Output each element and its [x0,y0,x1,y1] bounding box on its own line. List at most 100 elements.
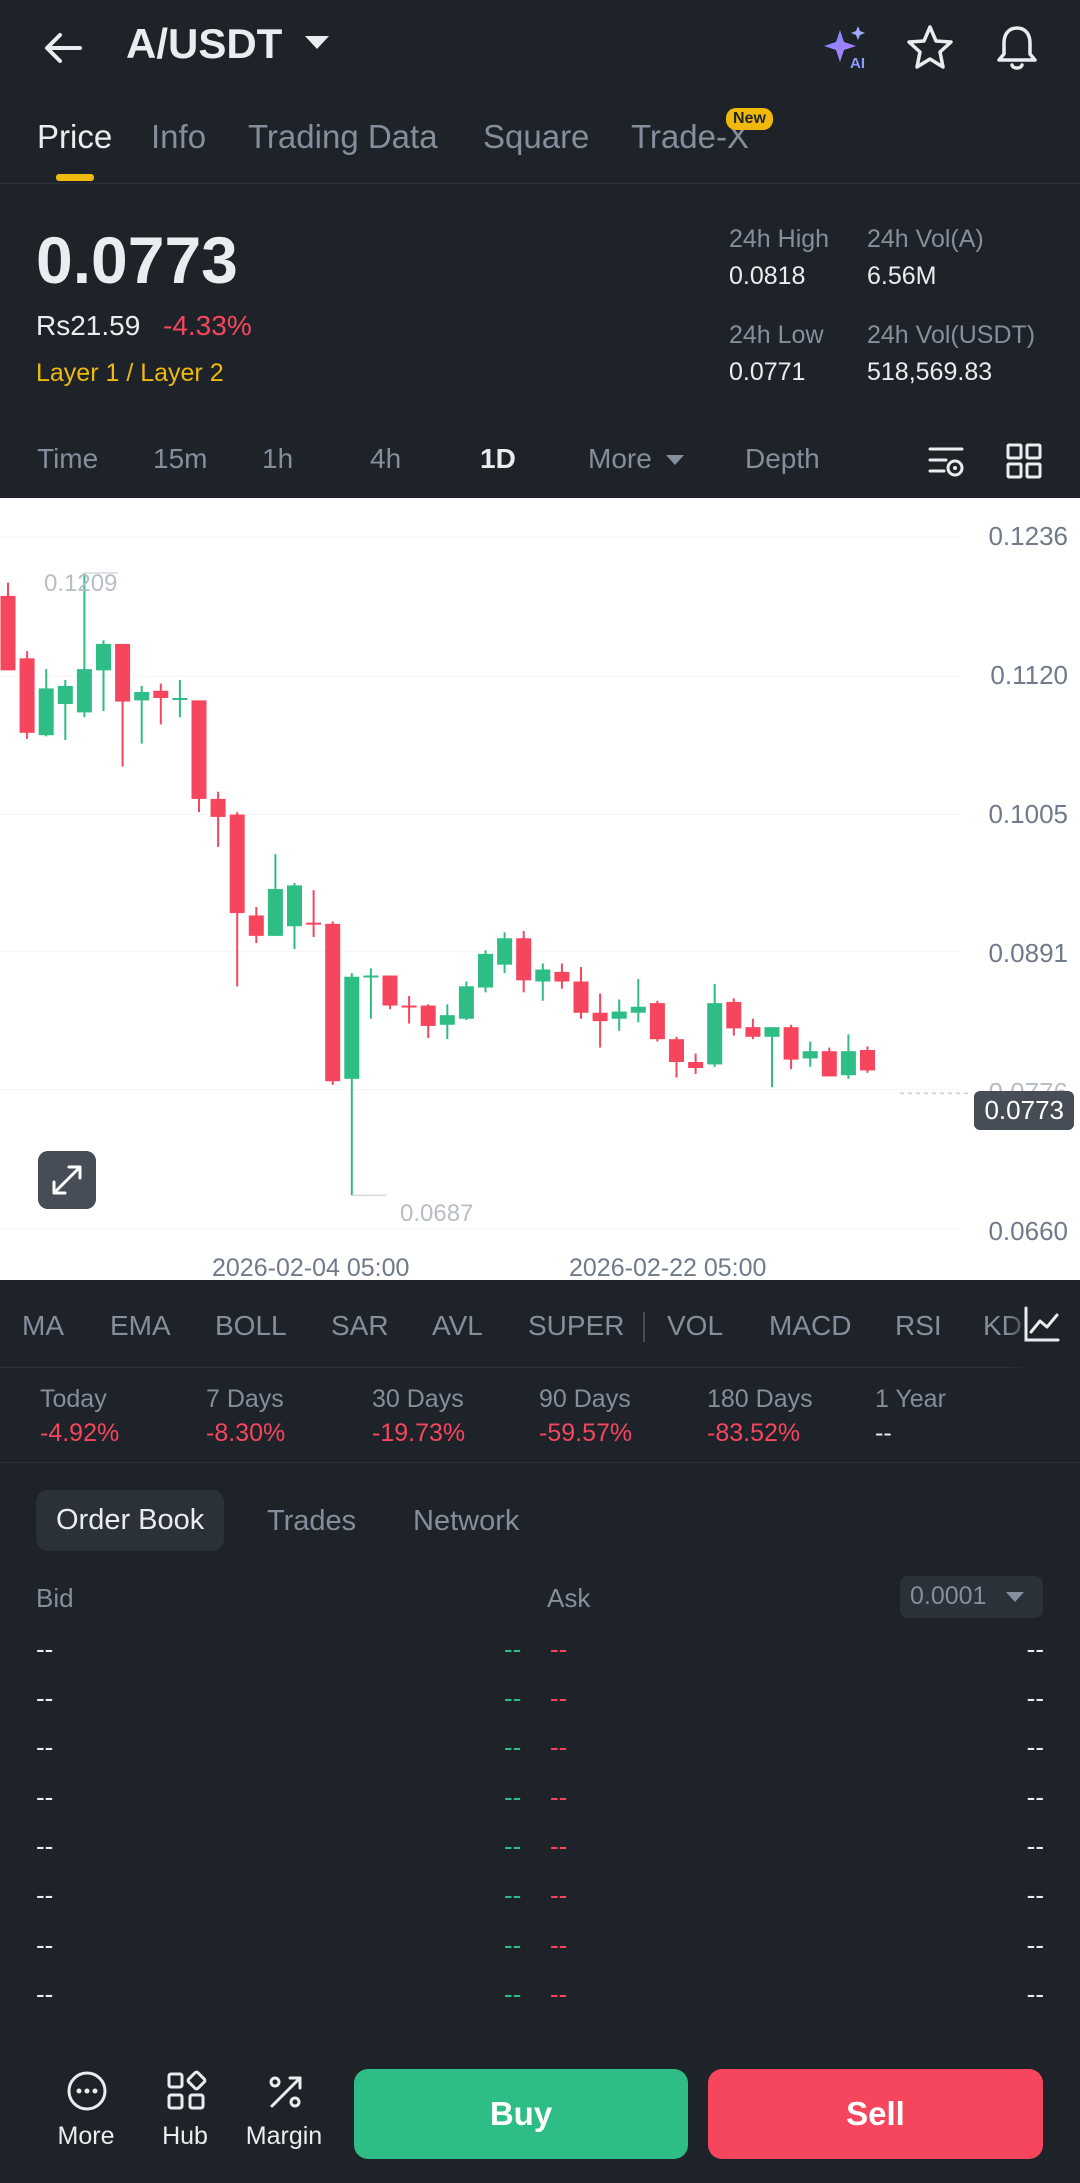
arrow-left-icon[interactable] [38,22,90,74]
candlestick-chart[interactable] [0,498,1080,1280]
candle-down [19,658,35,733]
last-price: 0.0773 [36,223,238,297]
stat-low-value: 0.0771 [729,358,806,386]
margin-button[interactable]: Margin [239,2070,329,2160]
chart-settings-icon[interactable] [926,441,966,481]
ask-price: -- [1026,1634,1044,1664]
x-tick-label: 2026-02-22 05:00 [569,1254,767,1282]
stat-vol-quote-label: 24h Vol(USDT) [867,321,1036,349]
expand-chart-icon[interactable] [38,1151,96,1209]
candle-up [630,1006,646,1013]
tab-order-book[interactable]: Order Book [36,1490,225,1551]
period-value: -19.73% [372,1419,466,1447]
stat-low-label: 24h Low [729,321,824,349]
period-label: 30 Days [372,1385,464,1413]
indicator-vol[interactable]: VOL [667,1310,723,1342]
bid-size: -- [504,1634,522,1664]
tick-size-select[interactable]: 0.0001 [900,1576,1043,1618]
fiat-price: Rs21.59 [36,310,141,341]
period-label: 7 Days [206,1385,284,1413]
header-bar: A/USDT AI [0,0,1080,100]
candle-down [115,643,131,702]
bid-price: -- [36,1880,54,1910]
candle-up [535,969,551,982]
stat-vol-base-label: 24h Vol(A) [867,225,984,253]
top-tabs: Price Info Trading Data Square Trade-X [0,100,1080,184]
candle-down [669,1039,684,1063]
orderbook-row: -- -- -- -- [0,1782,1080,1822]
candle-down [306,922,322,925]
indicator-ma[interactable]: MA [22,1310,64,1342]
candle-down [592,1012,608,1022]
tab-network[interactable]: Network [413,1505,519,1538]
candle-down [860,1049,875,1071]
candle-up [439,1015,455,1025]
active-tab-indicator [56,174,94,181]
bell-icon[interactable] [991,22,1043,74]
interval-4h[interactable]: 4h [370,443,401,475]
ask-price: -- [1026,1683,1044,1713]
price-chart[interactable] [0,498,1080,1280]
indicator-sar[interactable]: SAR [331,1310,389,1342]
indicator-boll[interactable]: BOLL [215,1310,287,1342]
stat-high-value: 0.0818 [729,262,806,290]
candle-down [325,923,341,1082]
pair-title[interactable]: A/USDT [126,20,282,68]
indicator-ema[interactable]: EMA [110,1310,171,1342]
tab-trades[interactable]: Trades [267,1505,356,1538]
more-dropdown-icon[interactable] [666,455,684,465]
indicator-super[interactable]: SUPER [528,1310,624,1342]
candle-down [210,798,226,817]
tab-price[interactable]: Price [37,118,112,156]
interval-depth[interactable]: Depth [745,443,820,475]
bid-price: -- [36,1831,54,1861]
y-tick-label: 0.0891 [988,938,1068,968]
margin-label: Margin [245,2122,323,2150]
more-button[interactable]: More [41,2070,131,2160]
candle-up [96,643,111,671]
stat-high-label: 24h High [729,225,830,253]
period-label: 90 Days [539,1385,631,1413]
sell-button[interactable]: Sell [708,2069,1043,2159]
period-value: -59.57% [539,1419,633,1447]
candle-down [0,595,16,671]
bid-size: -- [504,1930,522,1960]
pair-dropdown-icon[interactable] [305,36,329,49]
tab-info[interactable]: Info [151,118,206,156]
period-label: 1 Year [875,1385,946,1413]
orderbook-row: -- -- -- -- [0,1979,1080,2019]
interval-1h[interactable]: 1h [262,443,293,475]
star-icon[interactable] [904,22,956,74]
indicator-macd[interactable]: MACD [769,1310,851,1342]
hub-button[interactable]: Hub [140,2070,230,2160]
orderbook-row: -- -- -- -- [0,1732,1080,1772]
orderbook-row: -- -- -- -- [0,1683,1080,1723]
candle-down [688,1062,704,1069]
interval-more[interactable]: More [588,443,652,475]
period-value: -83.52% [707,1419,801,1447]
tab-trading-data[interactable]: Trading Data [248,118,438,156]
grid-layout-icon[interactable] [1004,441,1044,481]
category-tag[interactable]: Layer 1 / Layer 2 [36,359,224,388]
ai-badge-text: AI [850,55,865,72]
indicator-avl[interactable]: AVL [432,1310,483,1342]
sparkle-ai-icon[interactable]: AI [820,22,872,74]
indicator-settings-icon[interactable] [1022,1304,1062,1344]
ask-size: -- [550,1831,568,1861]
period-value: -8.30% [206,1419,286,1447]
stat-vol-quote-value: 518,569.83 [867,358,993,386]
indicator-rsi[interactable]: RSI [895,1310,942,1342]
tab-square[interactable]: Square [483,118,589,156]
buy-button[interactable]: Buy [354,2069,688,2159]
ask-size: -- [550,1732,568,1762]
bid-size: -- [504,1782,522,1812]
interval-1d[interactable]: 1D [480,443,516,475]
bid-price: -- [36,1732,54,1762]
tick-size-value: 0.0001 [910,1582,987,1610]
interval-15m[interactable]: 15m [153,443,207,475]
hub-grid-icon [167,2070,207,2110]
candle-down [248,915,264,936]
bid-price: -- [36,1979,54,2009]
interval-time[interactable]: Time [37,443,98,475]
ask-price: -- [1026,1782,1044,1812]
